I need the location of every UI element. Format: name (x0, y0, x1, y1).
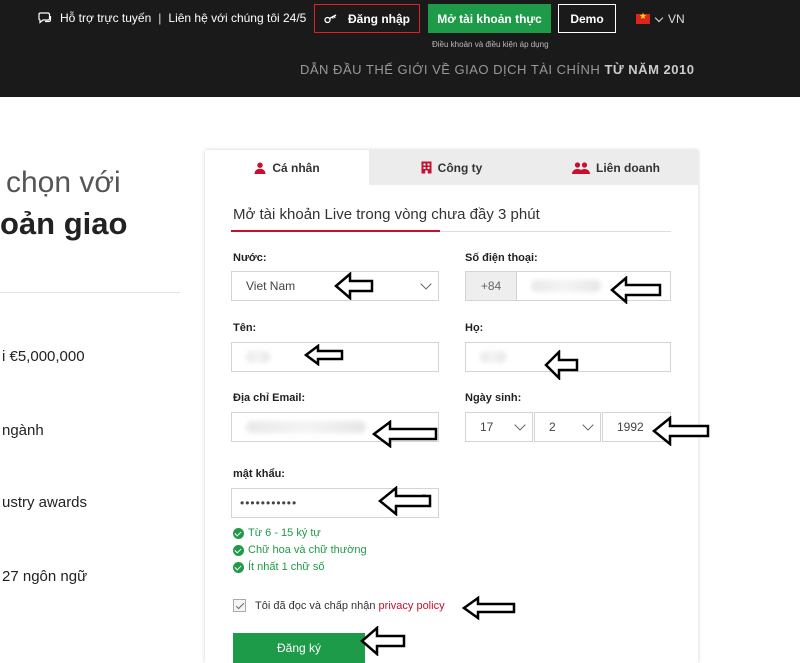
phone-prefix: +84 (465, 271, 517, 301)
tab-joint[interactable]: Liên doanh (534, 150, 698, 185)
building-icon (421, 161, 432, 174)
dob-year-value: 1992 (617, 420, 644, 434)
check-circle-icon (233, 528, 244, 539)
tab-individual[interactable]: Cá nhân (205, 150, 369, 185)
tab-individual-label: Cá nhân (272, 160, 320, 175)
phone-label: Số điện thoại: (465, 252, 538, 264)
support-links: Hỗ trợ trực tuyến | Liên hệ với chúng tô… (38, 10, 306, 26)
login-label: Đăng nhập (348, 11, 410, 26)
key-icon (324, 13, 337, 23)
users-icon (572, 161, 590, 174)
tagline-main: DẪN ĐẦU THẾ GIỚI VỀ GIAO DỊCH TÀI CHÍNH (300, 62, 601, 77)
open-account-button[interactable]: Mở tài khoản thực (428, 4, 551, 33)
header-separator: | (158, 11, 162, 25)
annotation-arrow-icon (378, 486, 432, 516)
dob-label: Ngày sinh: (465, 392, 522, 404)
annotation-arrow-icon (334, 272, 374, 300)
chevron-down-icon (654, 13, 664, 22)
tab-company[interactable]: Công ty (369, 150, 534, 185)
tab-company-label: Công ty (437, 160, 483, 175)
password-rule: Từ 6 - 15 ký tự (233, 525, 367, 542)
last-name-label: Họ: (465, 322, 484, 334)
login-button[interactable]: Đăng nhập (314, 4, 420, 33)
contact-link[interactable]: Liên hệ với chúng tôi 24/5 (168, 11, 306, 25)
first-name-label: Tên: (233, 322, 257, 334)
chevron-down-icon (514, 419, 526, 431)
email-label: Địa chỉ Email: (233, 392, 306, 404)
agree-checkbox[interactable] (233, 599, 246, 612)
demo-button[interactable]: Demo (558, 4, 616, 33)
privacy-policy-link[interactable]: privacy policy (379, 600, 445, 612)
check-circle-icon (233, 562, 244, 573)
form-title: Mở tài khoản Live trong vòng chưa đầy 3 … (233, 206, 540, 223)
promo-divider (0, 292, 180, 293)
registration-card: Cá nhân Công ty Liên doanh Mở tài khoản … (205, 150, 698, 663)
annotation-arrow-icon (304, 344, 344, 366)
dob-month-value: 2 (549, 420, 556, 434)
agree-text: Tôi đã đọc và chấp nhận (255, 599, 376, 612)
annotation-arrow-icon (360, 626, 406, 656)
tagline-bold: TỪ NĂM 2010 (604, 62, 695, 77)
password-rule: Ít nhất 1 chữ số (233, 559, 367, 576)
password-rule: Chữ hoa và chữ thường (233, 542, 367, 559)
register-button[interactable]: Đăng ký (233, 633, 365, 663)
terms-link[interactable]: Điều khoản và điều kiện áp dụng (432, 40, 549, 49)
password-value: ••••••••••• (240, 496, 298, 510)
vietnam-flag-icon (636, 11, 650, 24)
promo-feature-1: i €5,000,000 (2, 348, 85, 365)
chevron-down-icon (582, 419, 594, 431)
chat-icon (38, 12, 52, 24)
top-header: Hỗ trợ trực tuyến | Liên hệ với chúng tô… (0, 0, 800, 97)
tab-joint-label: Liên doanh (596, 160, 660, 175)
tagline: DẪN ĐẦU THẾ GIỚI VỀ GIAO DỊCH TÀI CHÍNH … (300, 62, 694, 77)
blurred-value (246, 351, 270, 363)
blurred-value (531, 280, 601, 292)
promo-feature-4: 27 ngôn ngữ (2, 568, 88, 585)
chevron-down-icon (420, 278, 432, 290)
promo-feature-3: ustry awards (2, 494, 88, 511)
agree-row: Tôi đã đọc và chấp nhận privacy policy (233, 599, 445, 612)
annotation-arrow-icon (462, 596, 516, 620)
support-link[interactable]: Hỗ trợ trực tuyến (60, 11, 151, 25)
form-title-underline (231, 230, 671, 232)
promo-heading-line1: chọn với (6, 166, 121, 199)
annotation-arrow-icon (610, 276, 662, 304)
blurred-value (246, 421, 366, 433)
account-type-tabs: Cá nhân Công ty Liên doanh (205, 150, 698, 185)
person-icon (254, 162, 266, 174)
password-rules: Từ 6 - 15 ký tự Chữ hoa và chữ thường Ít… (233, 525, 367, 576)
dob-day-select[interactable]: 17 (465, 412, 533, 442)
annotation-arrow-icon (652, 416, 710, 446)
promo-feature-2: ngành (2, 422, 44, 439)
password-label: mật khẩu: (233, 468, 285, 480)
language-label: VN (668, 12, 685, 26)
country-label: Nước: (233, 252, 267, 264)
check-circle-icon (233, 545, 244, 556)
country-value: Viet Nam (246, 279, 296, 293)
promo-heading-line2: oản giao (0, 206, 128, 241)
dob-day-value: 17 (480, 420, 494, 434)
language-selector[interactable]: VN (636, 11, 685, 26)
dob-month-select[interactable]: 2 (534, 412, 601, 442)
blurred-value (480, 351, 506, 363)
annotation-arrow-icon (372, 420, 438, 448)
annotation-arrow-icon (544, 350, 579, 380)
